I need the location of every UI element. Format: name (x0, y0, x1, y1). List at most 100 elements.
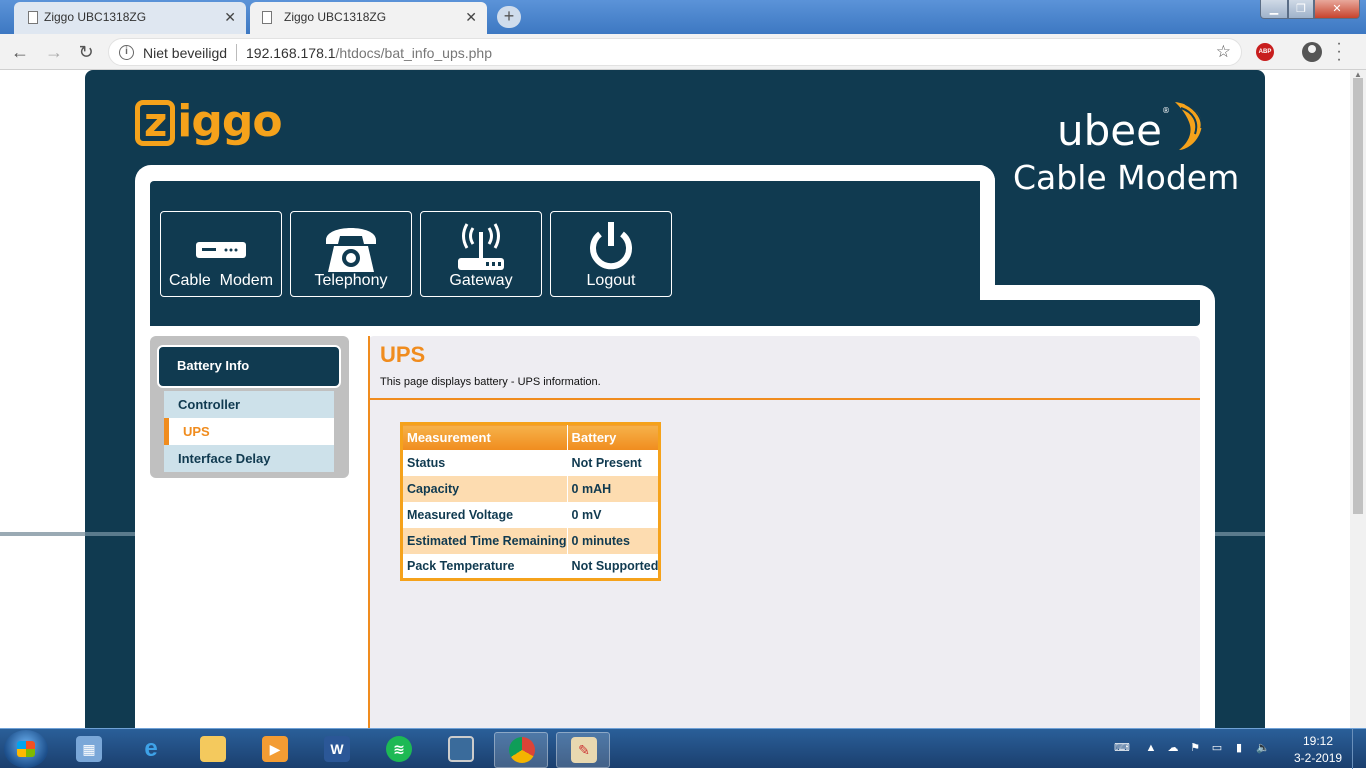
url-host: 192.168.178.1 (246, 45, 336, 61)
forward-arrow-icon[interactable]: → (42, 40, 66, 64)
measurement-cell: Capacity (401, 475, 568, 502)
measurement-cell: Measured Voltage (401, 501, 568, 528)
clock-date[interactable]: 3-2-2019 (1294, 751, 1342, 765)
power-status-icon[interactable]: ▮ (1232, 741, 1246, 755)
scrollbar-thumb[interactable] (1353, 78, 1363, 514)
nav-label: Cable Modem (168, 272, 274, 289)
modem-icon (196, 242, 246, 258)
show-desktop-button[interactable] (1352, 729, 1366, 769)
new-tab-button[interactable]: + (497, 6, 521, 28)
clock-time[interactable]: 19:12 (1303, 734, 1333, 748)
value-cell: Not Supported (567, 553, 661, 580)
minimize-button[interactable]: ▁ (1260, 0, 1288, 19)
nav-label: Gateway (449, 272, 513, 289)
volume-icon[interactable]: 🔈 (1256, 741, 1270, 755)
ubee-logo: ubee® (1057, 106, 1170, 155)
close-tab-icon[interactable]: ✕ (465, 2, 477, 32)
folder-icon[interactable] (186, 732, 240, 768)
sidebar-item-ups[interactable]: UPS (164, 418, 334, 445)
nav-header-strip (150, 300, 1200, 326)
sidebar-menu: Battery Info Controller UPS Interface De… (150, 336, 349, 478)
browser-tab-active[interactable]: Ziggo UBC1318ZG ✕ (250, 2, 487, 34)
background-stripe (0, 532, 85, 536)
adblock-plus-icon[interactable]: ABP (1256, 43, 1274, 61)
nav-logout-button[interactable]: Logout (550, 211, 672, 297)
address-bar[interactable]: i Niet beveiligd 192.168.178.1/htdocs/ba… (108, 38, 1242, 66)
table-row: Status Not Present (401, 449, 661, 476)
measurement-cell: Status (401, 449, 568, 476)
page-scrollbar[interactable]: ▲ (1350, 70, 1366, 728)
measurement-cell: Estimated Time Remaining (401, 527, 568, 554)
menu-kebab-icon[interactable]: · · · (1334, 36, 1344, 68)
browser-toolbar: ← → ↻ i Niet beveiligd 192.168.178.1/htd… (0, 34, 1366, 70)
security-status[interactable]: Niet beveiligd (143, 45, 227, 61)
table-row: Measured Voltage 0 mV (401, 501, 661, 528)
url-text[interactable]: 192.168.178.1/htdocs/bat_info_ups.php (246, 45, 492, 61)
nav-gateway-button[interactable]: Gateway (420, 211, 542, 297)
close-window-button[interactable]: ✕ (1314, 0, 1360, 19)
table-header-row: Measurement Battery (401, 423, 661, 450)
spotify-icon[interactable]: ≋ (372, 732, 426, 768)
document-icon (262, 11, 272, 24)
paint-icon[interactable]: ✎ (556, 732, 610, 768)
column-header: Measurement (401, 423, 568, 450)
network-icon[interactable]: ▭ (1210, 741, 1224, 755)
windows-taskbar: ▦ e ▶ W ≋ ✎ ⌨ ▲ ☁ ⚑ ▭ ▮ 🔈 19:12 3-2-2019 (0, 728, 1366, 769)
app-icon[interactable] (434, 732, 488, 768)
action-center-flag-icon[interactable]: ⚑ (1188, 741, 1202, 755)
table-row: Estimated Time Remaining 0 minutes (401, 527, 661, 554)
router-frame: z iggo ubee® Cable Modem Cable Modem Tel… (85, 70, 1265, 728)
page-viewport: z iggo ubee® Cable Modem Cable Modem Tel… (0, 70, 1350, 728)
sidebar-item-interface-delay[interactable]: Interface Delay (164, 445, 334, 472)
back-arrow-icon[interactable]: ← (8, 40, 32, 64)
profile-icon[interactable] (1302, 42, 1322, 62)
bookmark-star-icon[interactable]: ☆ (1216, 42, 1231, 62)
page-title: UPS (380, 342, 426, 367)
system-tray: ⌨ ▲ ☁ ⚑ ▭ ▮ 🔈 19:12 3-2-2019 (1108, 729, 1366, 769)
separator (236, 44, 237, 61)
ziggo-logo-text: iggo (177, 96, 282, 147)
nav-telephony-button[interactable]: Telephony (290, 211, 412, 297)
chrome-icon[interactable] (494, 732, 548, 768)
document-icon (28, 11, 38, 24)
show-hidden-icons-icon[interactable]: ▲ (1144, 741, 1158, 755)
browser-tab-bar: Ziggo UBC1318ZG ✕ Ziggo UBC1318ZG ✕ + ▁ … (0, 0, 1366, 34)
tab-title: Ziggo UBC1318ZG (44, 10, 147, 24)
sidebar-heading[interactable]: Battery Info (157, 345, 341, 388)
ziggo-logo: z iggo (135, 96, 283, 147)
value-cell: Not Present (567, 449, 661, 476)
window-controls: ▁ ❐ ✕ (1260, 0, 1360, 20)
ie-icon[interactable]: e (124, 732, 178, 768)
tab-title: Ziggo UBC1318ZG (284, 10, 387, 24)
info-icon[interactable]: i (119, 45, 134, 60)
close-tab-icon[interactable]: ✕ (224, 2, 236, 32)
word-icon[interactable]: W (310, 732, 364, 768)
main-content: UPS This page displays battery - UPS inf… (368, 336, 1200, 728)
media-icon[interactable]: ▶ (248, 732, 302, 768)
router-icon (458, 223, 504, 270)
measurement-cell: Pack Temperature (401, 553, 568, 580)
sidebar-item-controller[interactable]: Controller (164, 391, 334, 418)
nav-cable-modem-button[interactable]: Cable Modem (160, 211, 282, 297)
value-cell: 0 mV (567, 501, 661, 528)
nav-label: Telephony (314, 272, 388, 289)
file-explorer-icon[interactable]: ▦ (62, 732, 116, 768)
nav-label: Logout (586, 272, 636, 289)
value-cell: 0 mAH (567, 475, 661, 502)
device-subtitle: Cable Modem (1013, 158, 1240, 197)
phone-icon (326, 228, 376, 272)
browser-tab[interactable]: Ziggo UBC1318ZG ✕ (14, 2, 246, 34)
content-header: UPS This page displays battery - UPS inf… (368, 336, 1200, 400)
maximize-button[interactable]: ❐ (1288, 0, 1314, 19)
power-icon (590, 222, 632, 270)
table-row: Capacity 0 mAH (401, 475, 661, 502)
url-path: /htdocs/bat_info_ups.php (335, 45, 492, 61)
network-app-icon[interactable]: ☁ (1166, 741, 1180, 755)
value-cell: 0 minutes (567, 527, 661, 554)
nav-header-panel-edge (965, 181, 980, 301)
reload-icon[interactable]: ↻ (74, 40, 98, 64)
start-button[interactable] (4, 730, 48, 768)
ubee-fish-icon (1175, 102, 1203, 150)
keyboard-icon[interactable]: ⌨ (1114, 741, 1130, 755)
page-description: This page displays battery - UPS informa… (380, 376, 601, 388)
